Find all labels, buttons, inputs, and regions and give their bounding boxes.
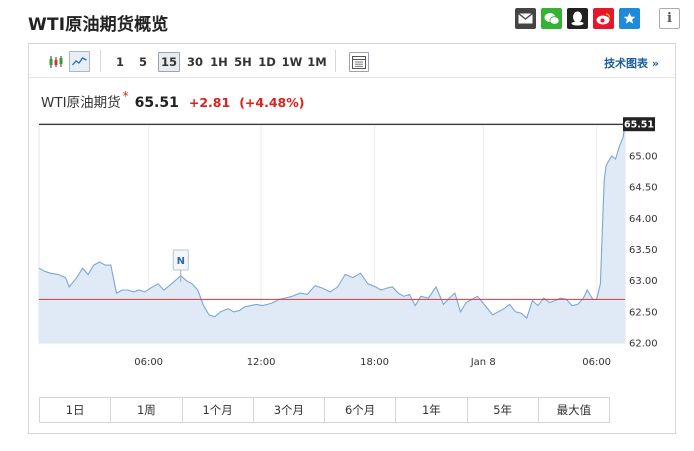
y-tick-label: 64.50 <box>629 183 658 194</box>
range-button-2[interactable]: 1个月 <box>183 398 254 422</box>
favorite-star-icon[interactable] <box>619 8 640 29</box>
range-button-5[interactable]: 1年 <box>396 398 468 422</box>
range-button-1[interactable]: 1周 <box>111 398 183 422</box>
wechat-icon[interactable] <box>541 8 562 29</box>
y-tick-label: 63.50 <box>629 245 658 256</box>
x-tick-label: 12:00 <box>247 357 276 368</box>
y-tick-label: 62.50 <box>629 307 658 318</box>
info-button[interactable]: i <box>659 8 680 29</box>
x-tick-label: 18:00 <box>360 357 389 368</box>
range-button-0[interactable]: 1日 <box>40 398 112 422</box>
x-tick-label: 06:00 <box>134 357 163 368</box>
range-button-6[interactable]: 5年 <box>468 398 539 422</box>
x-tick-label: 06:00 <box>582 357 611 368</box>
page-header: WTI原油期货概览 i <box>28 8 680 35</box>
news-marker-label: N <box>177 256 185 267</box>
mail-icon[interactable] <box>515 8 536 29</box>
last-price-label: 65.51 <box>624 120 654 131</box>
price-chart[interactable]: 英为财情Investing.com65.5165.0064.5064.0063.… <box>29 44 675 389</box>
range-button-3[interactable]: 3个月 <box>254 398 325 422</box>
range-button-7[interactable]: 最大值 <box>539 398 609 422</box>
page-title: WTI原油期货概览 <box>28 15 169 35</box>
y-tick-label: 65.00 <box>629 152 658 163</box>
qq-icon[interactable] <box>567 8 588 29</box>
price-area <box>39 124 625 343</box>
weibo-icon[interactable] <box>593 8 614 29</box>
x-tick-label: Jan 8 <box>470 357 496 368</box>
price-line <box>38 124 626 320</box>
y-tick-label: 63.00 <box>629 276 658 287</box>
y-tick-label: 64.00 <box>629 214 658 225</box>
share-bar: i <box>510 8 680 29</box>
chart-widget: 1 5 15 30 1H 5H 1D 1W 1M 技术图表 » WTI原油期货 * 65.51 … <box>28 43 676 434</box>
y-tick-label: 62.00 <box>629 339 658 350</box>
range-button-4[interactable]: 6个月 <box>325 398 397 422</box>
time-range-bar: 1日 1周 1个月 3个月 6个月 1年 5年 最大值 <box>39 397 610 423</box>
